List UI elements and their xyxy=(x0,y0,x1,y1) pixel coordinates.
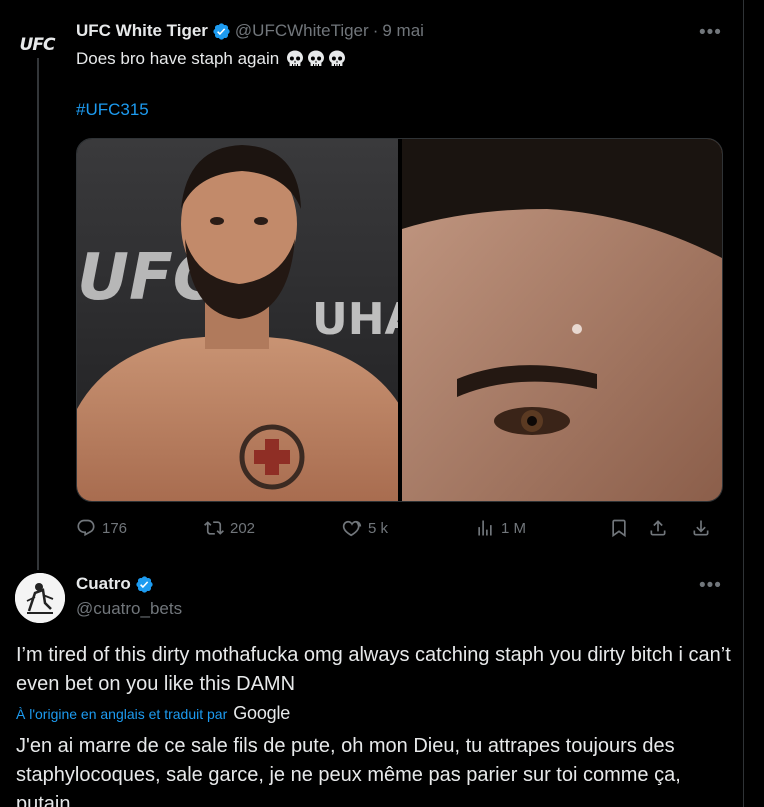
retweet-count: 202 xyxy=(230,519,256,537)
download-icon xyxy=(693,520,709,536)
tweet-text: Does bro have staph again xyxy=(76,49,347,69)
google-logo: Google xyxy=(233,703,291,723)
translation-attribution[interactable]: À l'origine en anglais et traduit par Go… xyxy=(16,703,290,724)
download-button[interactable] xyxy=(691,518,711,538)
tweet-text: I’m tired of this dirty mothafucka omg a… xyxy=(16,644,731,695)
ufc-logo-text: UFC xyxy=(19,35,56,55)
retweet-icon xyxy=(204,521,224,535)
author-handle[interactable]: @cuatro_bets xyxy=(76,599,182,619)
column-border xyxy=(743,0,744,807)
thread-connector-line xyxy=(37,58,39,570)
tweet-date[interactable]: 9 mai xyxy=(382,21,424,41)
more-options-icon[interactable]: ••• xyxy=(699,22,722,44)
tweet-header: UFC White Tiger @UFCWhiteTiger · 9 mai xyxy=(76,21,424,41)
share-icon xyxy=(650,520,666,536)
media-divider xyxy=(398,139,402,501)
fighter-photo-right-closeup xyxy=(402,139,722,501)
translation-label: À l'origine en anglais et traduit par xyxy=(16,705,228,722)
reply-count: 176 xyxy=(102,519,128,537)
views-button[interactable]: 1 M xyxy=(475,518,526,538)
bookmark-button[interactable] xyxy=(609,518,629,538)
author-handle[interactable]: @UFCWhiteTiger xyxy=(235,21,369,41)
verified-badge-icon xyxy=(213,22,230,40)
tweet-text-content: Does bro have staph again xyxy=(76,49,280,68)
translated-text: J'en ai marre de ce sale fils de pute, o… xyxy=(16,735,681,807)
reply-button[interactable]: 176 xyxy=(76,518,127,538)
separator-dot: · xyxy=(372,21,379,40)
heart-icon xyxy=(342,520,362,537)
hashtag-link[interactable]: #UFC315 xyxy=(76,100,149,120)
skull-emoji-icon xyxy=(285,49,347,69)
author-name[interactable]: UFC White Tiger xyxy=(76,21,208,41)
avatar-ufc-logo[interactable]: UFC xyxy=(13,30,61,60)
more-options-icon[interactable]: ••• xyxy=(699,575,722,597)
timeline: UFC UFC White Tiger @UFCWhiteTiger · 9 m… xyxy=(0,0,764,807)
tweet-header: Cuatro xyxy=(76,574,158,594)
retweet-button[interactable]: 202 xyxy=(204,518,255,538)
reply-icon xyxy=(77,519,95,537)
avatar-cuatro[interactable] xyxy=(15,573,65,623)
share-button[interactable] xyxy=(648,518,668,538)
tweet-actions: 176 202 5 k 1 M xyxy=(76,518,716,546)
like-button[interactable]: 5 k xyxy=(342,518,388,538)
author-name[interactable]: Cuatro xyxy=(76,574,131,594)
tweet-media[interactable]: UFC UHA xyxy=(76,138,723,502)
views-chart-icon xyxy=(478,520,492,536)
bookmark-icon xyxy=(612,519,626,538)
like-count: 5 k xyxy=(368,519,389,537)
verified-badge-icon xyxy=(136,575,153,593)
views-count: 1 M xyxy=(501,519,527,537)
fighter-photo-left: UFC UHA xyxy=(77,139,419,501)
